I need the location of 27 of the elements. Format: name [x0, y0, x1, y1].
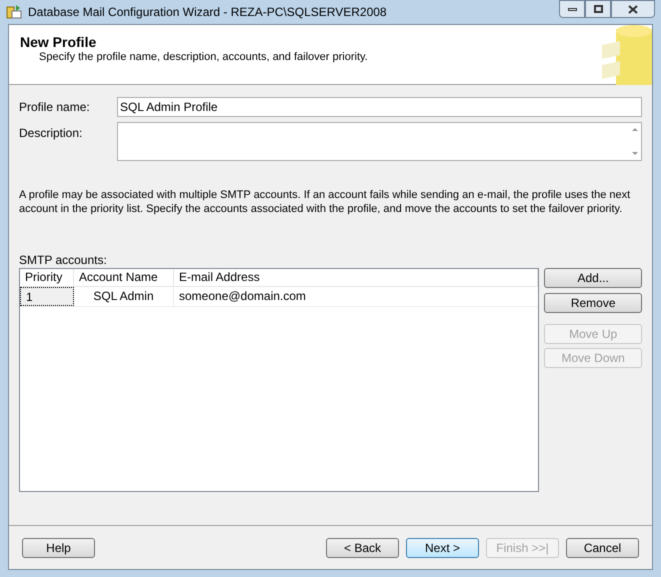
button[interactable]: Add...: [544, 268, 642, 288]
table-cell: SQL Admin: [74, 287, 174, 306]
button[interactable]: Help: [22, 538, 95, 558]
page-title: New Profile: [20, 34, 98, 50]
window-title: Database Mail Configuration Wizard - REZA-PC\SQLSERVER2008: [28, 4, 387, 21]
column-header[interactable]: Account Name: [74, 269, 174, 286]
column-header[interactable]: E-mail Address: [174, 269, 538, 286]
table-cell: 1: [20, 287, 74, 306]
description-label: Description:: [19, 125, 84, 142]
column-header[interactable]: Priority: [20, 269, 74, 286]
table-cell-text: someone@domain.com: [178, 288, 307, 305]
button[interactable]: Remove: [544, 293, 642, 313]
button[interactable]: Next >: [406, 538, 479, 558]
smtp-accounts-label: SMTP accounts:: [19, 253, 108, 267]
button[interactable]: < Back: [326, 538, 399, 558]
database-icon: [602, 25, 652, 85]
profile-name-label: Profile name:: [19, 99, 91, 116]
profile-name-field[interactable]: SQL Admin Profile: [117, 97, 642, 117]
close-icon: [628, 4, 638, 14]
close-button[interactable]: [611, 0, 655, 18]
button[interactable]: Cancel: [566, 538, 639, 558]
page-subtitle: Specify the profile name, description, accounts, and failover priority.: [38, 50, 369, 64]
info-text: A profile may be associated with multiple SMTP accounts. If an account fails while sending an e-mail, the profile uses the next account in the priority list. Specify the accounts associated with the profile, and move the accounts to set the failover priority.: [19, 188, 632, 216]
description-field[interactable]: [117, 122, 642, 161]
minimize-button[interactable]: [559, 0, 585, 18]
restore-button[interactable]: [585, 0, 611, 18]
database-mail-icon: [6, 4, 22, 20]
